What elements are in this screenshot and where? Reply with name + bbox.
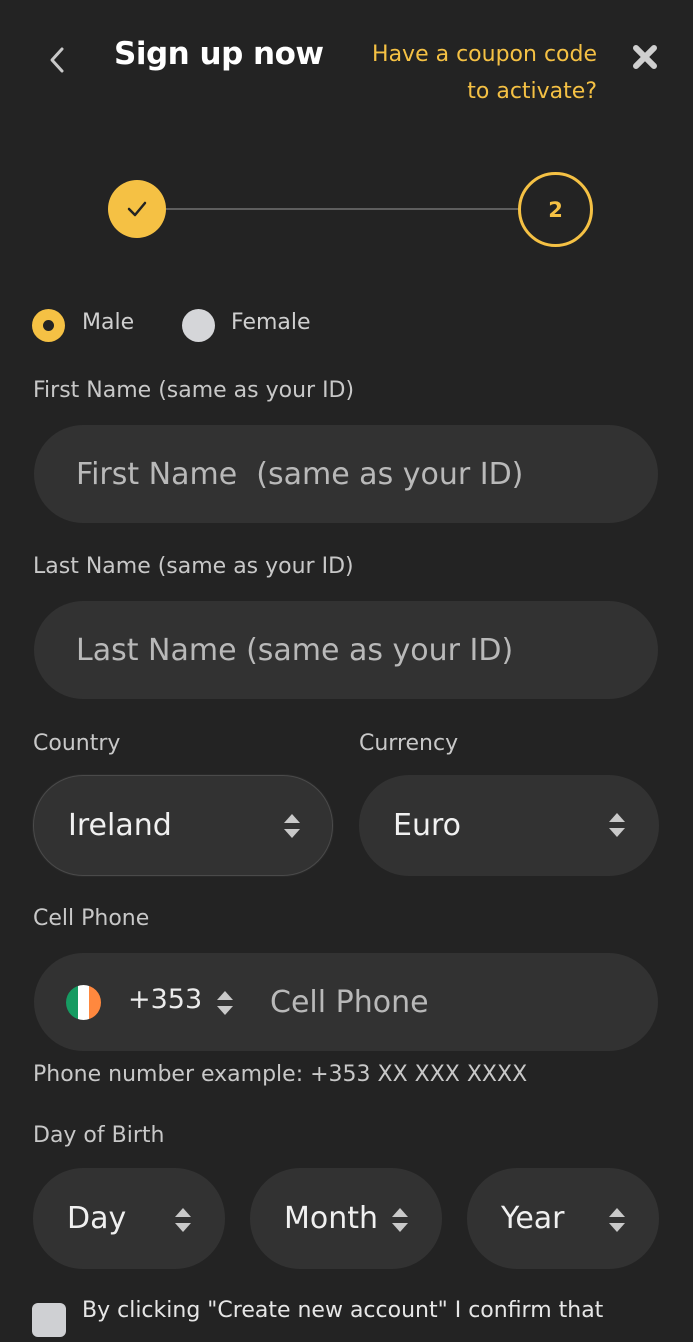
cell-phone-input[interactable] [250,953,650,1051]
phone-example-hint: Phone number example: +353 XX XXX XXXX [33,1062,528,1087]
coupon-link-line2[interactable]: to activate? [307,73,597,110]
currency-label: Currency [359,731,459,756]
birth-day-value: Day [67,1201,127,1236]
birth-day-select[interactable]: Day [33,1168,225,1269]
select-arrows-icon [175,1208,191,1232]
gender-female-radio[interactable] [182,309,215,342]
country-value: Ireland [68,808,172,843]
ireland-flag-icon[interactable] [66,985,101,1020]
country-select[interactable]: Ireland [33,775,333,876]
coupon-link-line1[interactable]: Have a coupon code [307,36,597,73]
currency-value: Euro [393,808,461,843]
currency-select[interactable]: Euro [359,775,659,876]
stepper-line [160,208,522,210]
select-arrows-icon [609,813,625,837]
step-1-complete [108,180,166,238]
birth-year-select[interactable]: Year [467,1168,659,1269]
radio-selected-dot [43,320,54,331]
first-name-label: First Name (same as your ID) [33,378,355,403]
step-2-current: 2 [518,172,593,247]
first-name-input[interactable] [34,425,658,523]
chevron-left-icon [50,47,64,73]
last-name-label: Last Name (same as your ID) [33,554,354,579]
cell-phone-label: Cell Phone [33,906,150,931]
page-title: Sign up now [114,36,324,72]
dial-code-select[interactable]: +353 [128,984,202,1015]
close-icon [633,45,657,69]
gender-male-radio[interactable] [32,309,65,342]
back-button[interactable] [42,40,72,80]
select-arrows-icon [609,1208,625,1232]
checkmark-icon [127,201,147,217]
consent-text: By clicking "Create new account" I confi… [82,1298,604,1323]
select-arrows-icon [284,814,300,838]
dial-code-value: +353 [128,984,203,1015]
consent-checkbox[interactable] [32,1303,66,1337]
gender-male-label[interactable]: Male [82,310,134,335]
gender-female-label[interactable]: Female [231,310,311,335]
coupon-link[interactable]: Have a coupon code to activate? [307,36,597,110]
birth-month-value: Month [284,1201,376,1236]
select-arrows-icon [217,991,233,1015]
select-arrows-icon [392,1208,408,1232]
birth-year-value: Year [501,1201,565,1236]
country-label: Country [33,731,121,756]
close-button[interactable] [628,40,662,74]
day-of-birth-label: Day of Birth [33,1123,165,1148]
last-name-input[interactable] [34,601,658,699]
birth-month-select[interactable]: Month [250,1168,442,1269]
